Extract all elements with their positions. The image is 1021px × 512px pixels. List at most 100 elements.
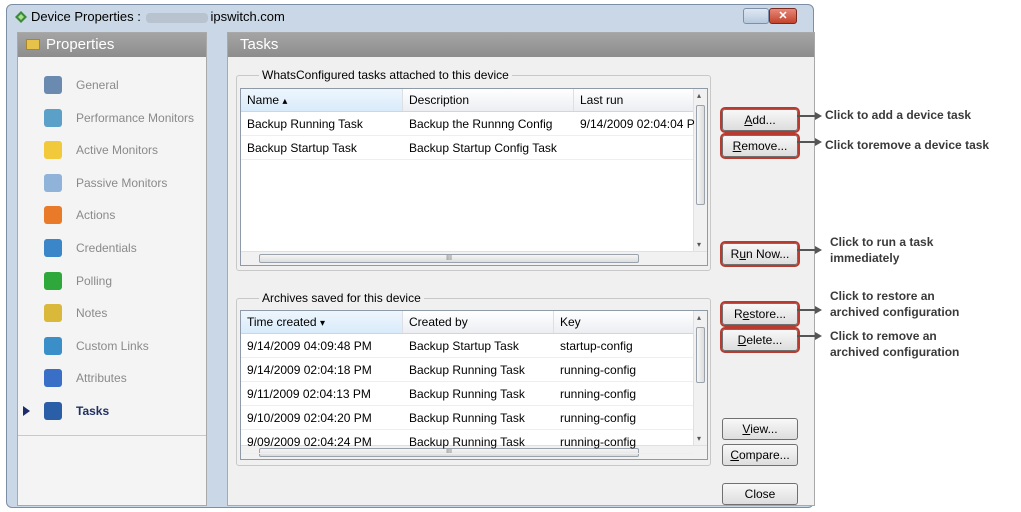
sidebar-item-active-monitors[interactable]: Active Monitors: [18, 134, 206, 167]
sidebar-item-notes[interactable]: Notes: [18, 297, 206, 330]
chart-icon: [44, 108, 62, 127]
folder-icon: [26, 39, 40, 50]
sidebar-item-general[interactable]: General: [18, 69, 206, 102]
compare-button[interactable]: Compare...: [722, 444, 798, 466]
minimize-button[interactable]: [743, 8, 769, 24]
network-icon: [44, 239, 62, 257]
callout-restore-line1: Click to restore an: [830, 289, 935, 303]
archives-group-label: Archives saved for this device: [259, 291, 424, 305]
column-header-created-by[interactable]: Created by: [403, 311, 554, 333]
archive-row[interactable]: 9/14/2009 02:04:18 PM Backup Running Task…: [241, 358, 693, 382]
callout-line-add: [797, 115, 815, 117]
task-cell: Backup Startup Config Task: [409, 141, 557, 155]
tasks-header-label: Tasks: [240, 36, 279, 53]
sort-descending-icon: ▾: [319, 318, 325, 329]
callout-restore: Click to restore an archived configurati…: [830, 288, 959, 320]
title-bar[interactable]: Device Properties : ipswitch.com ✕: [7, 5, 813, 29]
properties-sidebar: Properties General Performance Monitors Ac…: [17, 32, 207, 506]
archive-cell: Backup Running Task: [409, 411, 525, 425]
archive-row[interactable]: 9/10/2009 02:04:20 PM Backup Running Task…: [241, 406, 693, 430]
task-cell: Backup Startup Task: [247, 141, 357, 155]
sidebar-item-tasks[interactable]: Tasks: [18, 395, 206, 428]
callout-line-delete: [797, 335, 815, 337]
scroll-down-icon[interactable]: ▾: [697, 434, 701, 443]
restore-button[interactable]: Restore...: [720, 301, 800, 327]
general-icon: [44, 76, 62, 94]
column-header-last-run-label: Last run: [580, 93, 624, 107]
view-label: iew...: [750, 422, 778, 436]
run-now-label: n Now...: [746, 247, 790, 261]
archive-row[interactable]: 9/11/2009 02:04:13 PM Backup Running Task…: [241, 382, 693, 406]
sidebar-item-performance-monitors[interactable]: Performance Monitors: [18, 102, 206, 135]
callout-arrow-run-now: [815, 246, 822, 254]
sidebar-item-passive-monitors[interactable]: Passive Monitors: [18, 167, 206, 200]
check-icon: [44, 271, 62, 290]
tasks-vertical-scrollbar[interactable]: ▴ ▾: [693, 89, 707, 251]
sidebar-item-actions[interactable]: Actions: [18, 199, 206, 232]
scroll-up-icon[interactable]: ▴: [697, 91, 701, 100]
sidebar-header: Properties: [18, 33, 206, 57]
sidebar-item-label: Tasks: [76, 404, 110, 418]
tasks-panel: Tasks WhatsConfigured tasks attached to …: [227, 32, 815, 506]
task-row[interactable]: Backup Startup Task Backup Startup Config…: [241, 136, 693, 160]
tasks-vertical-thumb[interactable]: [696, 105, 705, 205]
add-button[interactable]: Add...: [720, 107, 800, 133]
close-window-button[interactable]: ✕: [769, 8, 797, 24]
sidebar-item-label: Passive Monitors: [76, 175, 168, 190]
sidebar-item-polling[interactable]: Polling: [18, 265, 206, 298]
sidebar-item-label: Polling: [76, 273, 113, 288]
archive-cell: Backup Running Task: [409, 435, 525, 449]
remove-button[interactable]: Remove...: [720, 133, 800, 159]
column-header-last-run[interactable]: Last run: [574, 89, 695, 111]
sidebar-item-label: Credentials: [76, 241, 137, 255]
column-header-key[interactable]: Key: [554, 311, 695, 333]
sidebar-item-label: Active Monitors: [76, 143, 159, 158]
archive-cell: running-config: [560, 435, 637, 449]
column-header-time-created[interactable]: Time created ▾: [241, 311, 403, 333]
archive-cell: running-config: [560, 387, 637, 401]
database-icon: [44, 336, 62, 355]
scroll-down-icon[interactable]: ▾: [697, 240, 701, 249]
column-header-name[interactable]: Name ▴: [241, 89, 403, 111]
column-header-description[interactable]: Description: [403, 89, 574, 111]
callout-run-now-line1: Click to run a task: [830, 235, 934, 249]
tasks-horizontal-thumb[interactable]: III: [259, 254, 639, 263]
archives-vertical-scrollbar[interactable]: ▴ ▾: [693, 311, 707, 445]
run-now-prefix: R: [730, 247, 740, 261]
window-title: Device Properties : ipswitch.com: [31, 9, 285, 24]
callout-line-remove: [797, 141, 815, 143]
archive-cell: 9/10/2009 02:04:20 PM: [247, 411, 372, 425]
archive-cell: Backup Running Task: [409, 363, 525, 377]
delete-button[interactable]: Delete...: [720, 327, 800, 353]
archive-row[interactable]: 9/14/2009 04:09:48 PM Backup Startup Task…: [241, 334, 693, 358]
sidebar-item-credentials[interactable]: Credentials: [18, 232, 206, 265]
callout-arrow-delete: [815, 332, 822, 340]
close-button[interactable]: Close: [722, 483, 798, 505]
row-divider: [241, 159, 693, 160]
tasks-list[interactable]: Name ▴ Description Last run ▴ ▾ III Back…: [240, 88, 708, 266]
sidebar-divider: [18, 435, 206, 436]
window-title-prefix: Device Properties :: [31, 9, 141, 24]
lightning-icon: [44, 206, 62, 225]
archive-row[interactable]: 9/09/2009 02:04:24 PM Backup Running Task…: [241, 430, 693, 454]
lightbulb-icon: [44, 141, 62, 160]
restore-label: store...: [749, 307, 787, 321]
sidebar-item-attributes[interactable]: Attributes: [18, 362, 206, 395]
archives-list-header: Time created ▾ Created by Key: [241, 311, 695, 334]
run-now-button[interactable]: Run Now...: [720, 241, 800, 267]
callout-add: Click to add a device task: [825, 108, 972, 122]
archives-list[interactable]: Time created ▾ Created by Key ▴ ▾ III 9/…: [240, 310, 708, 460]
tasks-horizontal-scrollbar[interactable]: III: [241, 251, 707, 265]
scroll-up-icon[interactable]: ▴: [697, 313, 701, 322]
task-row[interactable]: Backup Running Task Backup the Runnng Con…: [241, 112, 695, 136]
column-header-time-created-label: Time created: [247, 315, 317, 329]
archives-vertical-thumb[interactable]: [696, 327, 705, 383]
archive-cell: 9/11/2009 02:04:13 PM: [247, 387, 371, 401]
sidebar-item-custom-links[interactable]: Custom Links: [18, 330, 206, 363]
remove-mnemonic: R: [732, 139, 742, 153]
row-divider: [241, 453, 693, 454]
archive-cell: 9/14/2009 04:09:48 PM: [247, 339, 372, 353]
sidebar-item-label: General: [76, 78, 119, 92]
archive-cell: Backup Startup Task: [409, 339, 519, 353]
view-button[interactable]: View...: [722, 418, 798, 440]
